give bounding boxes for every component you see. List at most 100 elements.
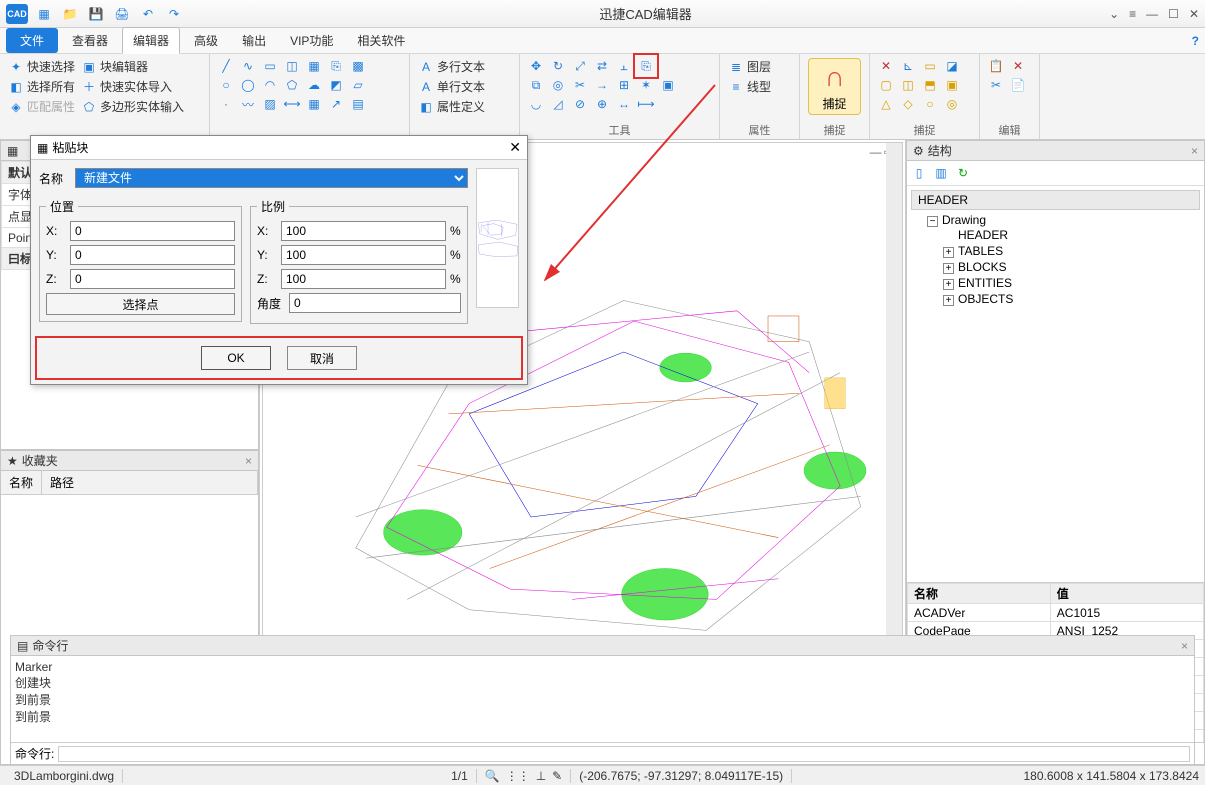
select-all[interactable]: ◧选择所有 — [8, 78, 75, 95]
structure-close-icon[interactable]: × — [1191, 144, 1198, 158]
join-icon[interactable]: ⊕ — [594, 96, 610, 112]
pin-icon[interactable]: × — [245, 454, 252, 468]
mtext-button[interactable]: A多行文本 — [418, 58, 511, 75]
spline-icon[interactable]: 〰 — [240, 96, 256, 112]
offset-icon[interactable]: ◎ — [550, 77, 566, 93]
rect-icon[interactable]: ▭ — [262, 58, 278, 74]
fillet-icon[interactable]: ◡ — [528, 96, 544, 112]
tree-node[interactable]: HEADER — [958, 228, 1008, 242]
status-icon[interactable]: ⋮⋮ — [506, 769, 530, 783]
ribbon-collapse-icon[interactable]: ⌄ — [1109, 7, 1119, 21]
expand-icon[interactable]: + — [943, 279, 954, 290]
capture-button[interactable]: ∩ 捕捉 — [808, 58, 861, 115]
cut-icon[interactable]: ✂ — [988, 77, 1004, 93]
pos-z-input[interactable] — [70, 269, 235, 289]
cloud-icon[interactable]: ☁ — [306, 77, 322, 93]
qat-save-icon[interactable]: 💾 — [88, 6, 104, 22]
pick-point-button[interactable]: 选择点 — [46, 293, 235, 315]
extend-icon[interactable]: → — [594, 77, 610, 93]
paste-block-icon[interactable]: ⎘ — [638, 58, 654, 74]
polygon-entity-input[interactable]: ⬠多边形实体输入 — [81, 98, 184, 115]
close-icon[interactable]: ✕ — [1189, 7, 1199, 21]
region-icon[interactable]: ◫ — [284, 58, 300, 74]
delete-icon[interactable]: ✕ — [1010, 58, 1026, 74]
insert-block-icon[interactable]: ⎘ — [328, 58, 344, 74]
scale-icon[interactable]: ⤢ — [572, 58, 588, 74]
kv-col-name[interactable]: 名称 — [908, 584, 1051, 604]
pos-y-input[interactable] — [70, 245, 235, 265]
dialog-titlebar[interactable]: ▦ 粘贴块 ✕ — [31, 136, 527, 160]
command-log[interactable]: Marker 创建块 到前景 到前景 — [11, 656, 1194, 742]
rotate-icon[interactable]: ↻ — [550, 58, 566, 74]
snap6-icon[interactable]: ◫ — [900, 77, 916, 93]
paste-icon[interactable]: 📄 — [1010, 77, 1026, 93]
hatch2-icon[interactable]: ▨ — [262, 96, 278, 112]
trim-icon[interactable]: ✂ — [572, 77, 588, 93]
expand-icon[interactable]: + — [943, 247, 954, 258]
ellipse-icon[interactable]: ◯ — [240, 77, 256, 93]
tree-node[interactable]: OBJECTS — [958, 292, 1013, 306]
view2-icon[interactable]: ▥ — [933, 165, 949, 181]
hatch-icon[interactable]: ▩ — [350, 58, 366, 74]
polyline-icon[interactable]: ∿ — [240, 58, 256, 74]
lengthen-icon[interactable]: ⟼ — [638, 96, 654, 112]
arc-icon[interactable]: ◠ — [262, 77, 278, 93]
circle-icon[interactable]: ○ — [218, 77, 234, 93]
status-icon[interactable]: 🔍 — [485, 769, 500, 783]
table-icon[interactable]: ▦ — [306, 96, 322, 112]
scale-z-input[interactable] — [281, 269, 446, 289]
stext-button[interactable]: A单行文本 — [418, 78, 511, 95]
copy-icon[interactable]: ⧉ — [528, 77, 544, 93]
tab-output[interactable]: 输出 — [232, 28, 276, 53]
kv-col-value[interactable]: 值 — [1050, 584, 1203, 604]
snap5-icon[interactable]: ▢ — [878, 77, 894, 93]
block-editor[interactable]: ▣块编辑器 — [81, 58, 148, 75]
refresh-icon[interactable]: ↻ — [955, 165, 971, 181]
tree-root[interactable]: Drawing — [942, 213, 986, 227]
move-icon[interactable]: ✥ — [528, 58, 544, 74]
help-icon[interactable]: ? — [1192, 34, 1199, 48]
status-icon[interactable]: ✎ — [552, 769, 562, 783]
group-icon[interactable]: ▣ — [660, 77, 676, 93]
angle-input[interactable] — [289, 293, 461, 313]
tree-node[interactable]: BLOCKS — [958, 260, 1007, 274]
scale-y-input[interactable] — [281, 245, 446, 265]
status-icon[interactable]: ⊥ — [536, 769, 546, 783]
point-icon[interactable]: · — [218, 96, 234, 112]
quick-entity-import[interactable]: ＋快速实体导入 — [81, 78, 172, 95]
layer-button[interactable]: ≣图层 — [728, 58, 791, 75]
command-input[interactable] — [58, 746, 1190, 762]
dim-icon[interactable]: ⟷ — [284, 96, 300, 112]
command-close-icon[interactable]: × — [1181, 639, 1188, 653]
line-icon[interactable]: ╱ — [218, 58, 234, 74]
qat-new-icon[interactable]: ▦ — [36, 6, 52, 22]
pos-x-input[interactable] — [70, 221, 235, 241]
tab-vip[interactable]: VIP功能 — [280, 28, 343, 53]
snap7-icon[interactable]: ⬒ — [922, 77, 938, 93]
array-icon[interactable]: ⊞ — [616, 77, 632, 93]
tab-related[interactable]: 相关软件 — [347, 28, 415, 53]
structure-tree[interactable]: HEADER −Drawing HEADER +TABLES +BLOCKS +… — [907, 186, 1204, 582]
match-properties[interactable]: ◈匹配属性 — [8, 98, 75, 115]
qat-print-icon[interactable]: 🖨 — [114, 6, 130, 22]
ribbon-menu-icon[interactable]: ≡ — [1129, 7, 1136, 21]
tab-viewer[interactable]: 查看器 — [62, 28, 118, 53]
name-select[interactable]: 新建文件 — [75, 168, 468, 188]
view1-icon[interactable]: ▯ — [911, 165, 927, 181]
snap8-icon[interactable]: ▣ — [944, 77, 960, 93]
break-icon[interactable]: ⊘ — [572, 96, 588, 112]
attdef-button[interactable]: ◧属性定义 — [418, 98, 511, 115]
qat-redo-icon[interactable]: ↷ — [166, 6, 182, 22]
clipboard-copy-icon[interactable]: 📋 — [988, 58, 1004, 74]
snap3-icon[interactable]: ▭ — [922, 58, 938, 74]
snap4-icon[interactable]: ◪ — [944, 58, 960, 74]
cancel-button[interactable]: 取消 — [287, 346, 357, 370]
tree-node[interactable]: TABLES — [958, 244, 1003, 258]
qat-open-icon[interactable]: 📁 — [62, 6, 78, 22]
dialog-close-icon[interactable]: ✕ — [509, 139, 521, 156]
wipeout-icon[interactable]: ◩ — [328, 77, 344, 93]
align-icon[interactable]: ⫠ — [616, 58, 632, 74]
file-menu-button[interactable]: 文件 — [6, 28, 58, 53]
snap11-icon[interactable]: ○ — [922, 96, 938, 112]
stretch-icon[interactable]: ↔ — [616, 96, 632, 112]
